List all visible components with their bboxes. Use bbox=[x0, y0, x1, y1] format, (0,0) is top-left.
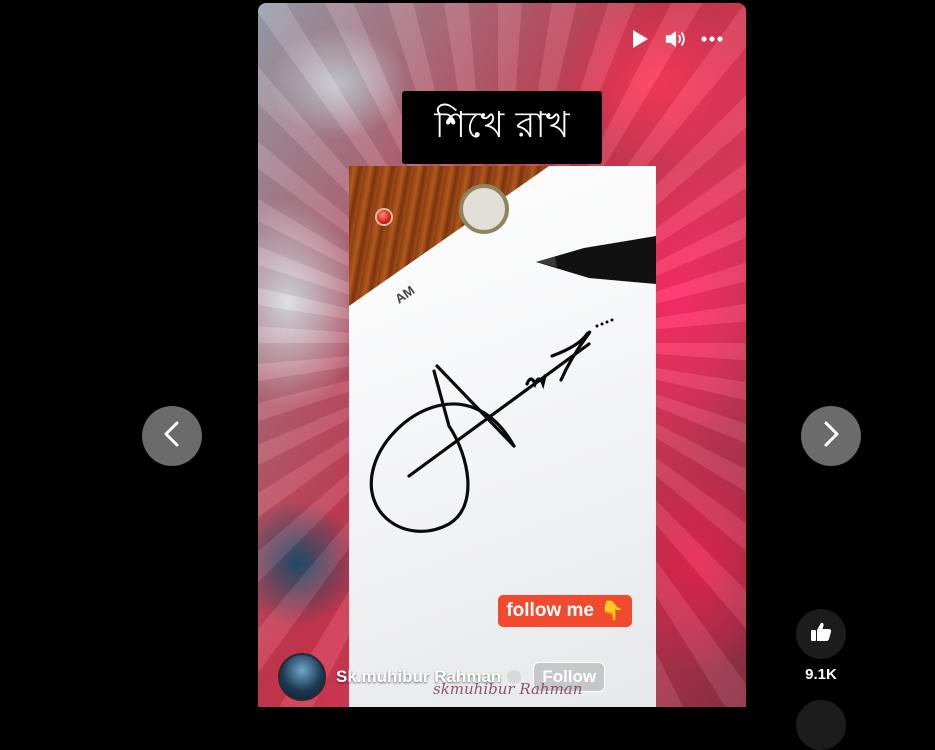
like-button[interactable] bbox=[796, 609, 846, 659]
player-controls bbox=[628, 27, 724, 51]
follow-me-text: follow me bbox=[506, 600, 594, 621]
previous-video-button[interactable] bbox=[142, 406, 202, 466]
watermark: skmuhibur Rahman bbox=[433, 680, 583, 698]
chevron-left-icon bbox=[162, 420, 182, 453]
more-icon[interactable] bbox=[700, 27, 724, 51]
chevron-right-icon bbox=[821, 420, 841, 453]
video-player[interactable]: শিখে রাখ AM follow me 👇 Sk.muhibur Rahma… bbox=[258, 3, 746, 707]
signature-strokes bbox=[369, 330, 592, 533]
next-video-button[interactable] bbox=[801, 406, 861, 466]
volume-icon[interactable] bbox=[664, 27, 688, 51]
avatar[interactable] bbox=[278, 653, 326, 701]
fountain-pen-icon bbox=[536, 236, 656, 284]
comment-button[interactable] bbox=[796, 700, 846, 750]
like-count: 9.1K bbox=[805, 666, 837, 683]
thumbs-up-icon bbox=[809, 620, 833, 649]
paper-label: AM bbox=[392, 283, 417, 307]
follow-me-badge: follow me 👇 bbox=[498, 595, 632, 627]
pointing-down-emoji: 👇 bbox=[599, 601, 624, 622]
play-icon[interactable] bbox=[628, 27, 652, 51]
overlay-title: শিখে রাখ bbox=[402, 91, 602, 164]
